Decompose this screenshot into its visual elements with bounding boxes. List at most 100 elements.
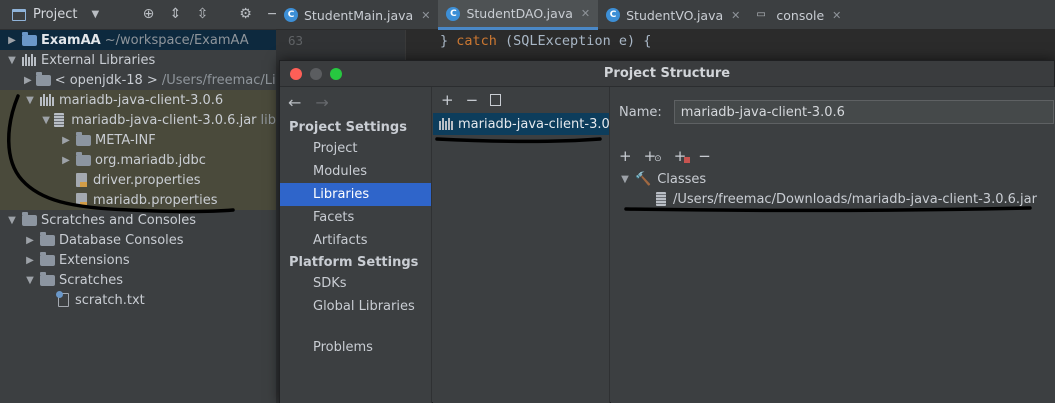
add-excluded-icon[interactable]: + [674, 147, 690, 165]
zoom-window-button[interactable] [330, 67, 342, 80]
chevron-right-icon[interactable]: ▶ [60, 135, 72, 146]
jar-icon [656, 192, 666, 206]
tree-item[interactable]: ▶ META-INF [0, 130, 276, 150]
editor-tab-label: StudentVO.java [626, 7, 724, 23]
add-root-special-icon[interactable]: +⊙ [644, 147, 662, 165]
remove-icon[interactable]: − [466, 91, 479, 109]
tree-item[interactable]: ▼ External Libraries [0, 50, 276, 70]
library-icon [40, 94, 55, 106]
back-arrow-icon[interactable]: ← [288, 93, 301, 112]
dialog-title: Project Structure [603, 66, 731, 81]
java-class-icon: C [446, 6, 461, 21]
chevron-down-icon[interactable]: ▼ [6, 55, 18, 66]
tree-item[interactable]: ▶ < openjdk-18 >/Users/freemac/Lib [0, 70, 284, 90]
tree-item-label: Scratches [59, 272, 123, 288]
chevron-down-icon[interactable]: ▼ [619, 174, 631, 185]
expand-all-icon[interactable]: ⇕ [167, 6, 184, 22]
jar-path-row[interactable]: /Users/freemac/Downloads/mariadb-java-cl… [656, 189, 1037, 209]
code-line[interactable]: } catch (SQLException e) { [440, 33, 651, 49]
code-rest: (SQLException e) { [496, 33, 652, 49]
folder-icon [76, 151, 91, 166]
editor-tab[interactable]: ▭ console ✕ [748, 0, 849, 30]
tree-item-label: driver.properties [93, 172, 201, 188]
tree-item[interactable]: ▼ Scratches [0, 270, 276, 290]
code-brace: } [440, 33, 457, 49]
tree-item[interactable]: ▶scratch.txt [0, 290, 276, 310]
tree-item[interactable]: ▼ mariadb-java-client-3.0.6 [0, 90, 276, 110]
project-title[interactable]: Project [33, 7, 77, 22]
nav-item-facets[interactable]: Facets [280, 206, 431, 229]
nav-item-global-libraries[interactable]: Global Libraries [280, 295, 431, 318]
tree-item[interactable]: ▶ Extensions [0, 250, 276, 270]
close-icon[interactable]: ✕ [421, 9, 430, 22]
tree-item[interactable]: ▶ ExamAA ~/workspace/ExamAA [0, 30, 276, 50]
project-structure-dialog: Project Structure ← → Project Settings Pr… [279, 60, 1055, 403]
editor-tab-label: StudentDAO.java [466, 6, 573, 21]
chevron-down-icon[interactable]: ▼ [24, 275, 36, 286]
chevron-right-icon[interactable]: ▶ [24, 235, 36, 246]
scratch-file-icon [56, 291, 69, 307]
copy-icon[interactable] [490, 94, 502, 106]
library-name-input[interactable] [673, 100, 1054, 124]
tree-item[interactable]: ▼ mariadb-java-client-3.0.6.jar lib [0, 110, 276, 130]
chevron-right-icon[interactable]: ▶ [24, 75, 32, 86]
libraries-list-panel: + − mariadb-java-client-3.0.6 [433, 87, 610, 403]
tree-item[interactable]: ▶mariadb.properties [0, 190, 276, 210]
chevron-down-icon[interactable]: ▼ [91, 9, 99, 20]
project-window-icon [12, 8, 26, 21]
gear-icon[interactable]: ⚙ [237, 6, 254, 22]
editor-tab[interactable]: C StudentDAO.java ✕ [438, 0, 599, 30]
console-icon: ▭ [756, 9, 766, 20]
nav-item-project[interactable]: Project [280, 137, 431, 160]
forward-arrow-icon[interactable]: → [315, 93, 328, 112]
close-icon[interactable]: ✕ [832, 9, 841, 22]
tree-item[interactable]: ▼ Scratches and Consoles [0, 210, 276, 230]
library-list-item[interactable]: mariadb-java-client-3.0.6 [433, 113, 609, 135]
tree-item-path: ~/workspace/ExamAA [104, 32, 249, 48]
close-icon[interactable]: ✕ [731, 9, 740, 22]
chevron-right-icon[interactable]: ▶ [60, 155, 72, 166]
project-tool-window: Project ▼ ⊕ ⇕ ⇳ ⚙ − ▶ ExamAA ~/workspace/E… [0, 0, 284, 403]
tree-item[interactable]: ▶driver.properties [0, 170, 276, 190]
tree-item[interactable]: ▶ Database Consoles [0, 230, 276, 250]
libraries-list: mariadb-java-client-3.0.6 [433, 113, 609, 135]
tree-item-label: mariadb-java-client-3.0.6.jar [71, 112, 257, 128]
chevron-down-icon[interactable]: ▼ [24, 95, 36, 106]
properties-file-icon [76, 193, 87, 207]
folder-icon [35, 71, 51, 86]
editor-tab-bar: C StudentMain.java ✕ C StudentDAO.java ✕ C Stud… [276, 0, 1055, 30]
nav-section-title: Project Settings [289, 119, 407, 135]
chevron-down-icon[interactable]: ▼ [42, 115, 50, 126]
remove-root-icon[interactable]: − [698, 147, 711, 165]
java-class-icon: C [284, 8, 298, 22]
nav-item-sdks[interactable]: SDKs [280, 272, 431, 295]
add-icon[interactable]: + [441, 91, 454, 109]
nav-item-problems[interactable]: Problems [280, 336, 431, 359]
jar-path: /Users/freemac/Downloads/mariadb-java-cl… [673, 191, 1037, 207]
editor-tab[interactable]: C StudentMain.java ✕ [276, 0, 438, 30]
folder-icon [40, 251, 55, 266]
editor-tab[interactable]: C StudentVO.java ✕ [598, 0, 748, 30]
folder-icon [76, 131, 91, 146]
collapse-all-icon[interactable]: ⇳ [194, 6, 211, 22]
nav-item-artifacts[interactable]: Artifacts [280, 229, 431, 252]
project-toolbar: ⊕ ⇕ ⇳ ⚙ − [140, 6, 281, 22]
close-icon[interactable]: ✕ [581, 7, 590, 20]
scratches-icon [22, 211, 37, 226]
classes-node[interactable]: ▼ 🔨 Classes [619, 169, 706, 189]
add-root-icon[interactable]: + [619, 147, 632, 165]
nav-item-libraries[interactable]: Libraries [280, 183, 431, 206]
chevron-right-icon[interactable]: ▶ [6, 35, 18, 46]
locate-icon[interactable]: ⊕ [140, 6, 157, 22]
tree-item-path: lib [260, 112, 276, 128]
tree-item[interactable]: ▶ org.mariadb.jdbc [0, 150, 276, 170]
minimize-window-button[interactable] [310, 67, 322, 80]
tree-item-label: External Libraries [41, 52, 156, 68]
chevron-right-icon[interactable]: ▶ [24, 255, 36, 266]
project-header: Project ▼ ⊕ ⇕ ⇳ ⚙ − [0, 0, 278, 30]
dialog-title-bar: Project Structure [280, 61, 1054, 87]
tree-item-label: org.mariadb.jdbc [95, 152, 206, 168]
close-window-button[interactable] [290, 67, 302, 80]
nav-item-modules[interactable]: Modules [280, 160, 431, 183]
chevron-down-icon[interactable]: ▼ [6, 215, 18, 226]
